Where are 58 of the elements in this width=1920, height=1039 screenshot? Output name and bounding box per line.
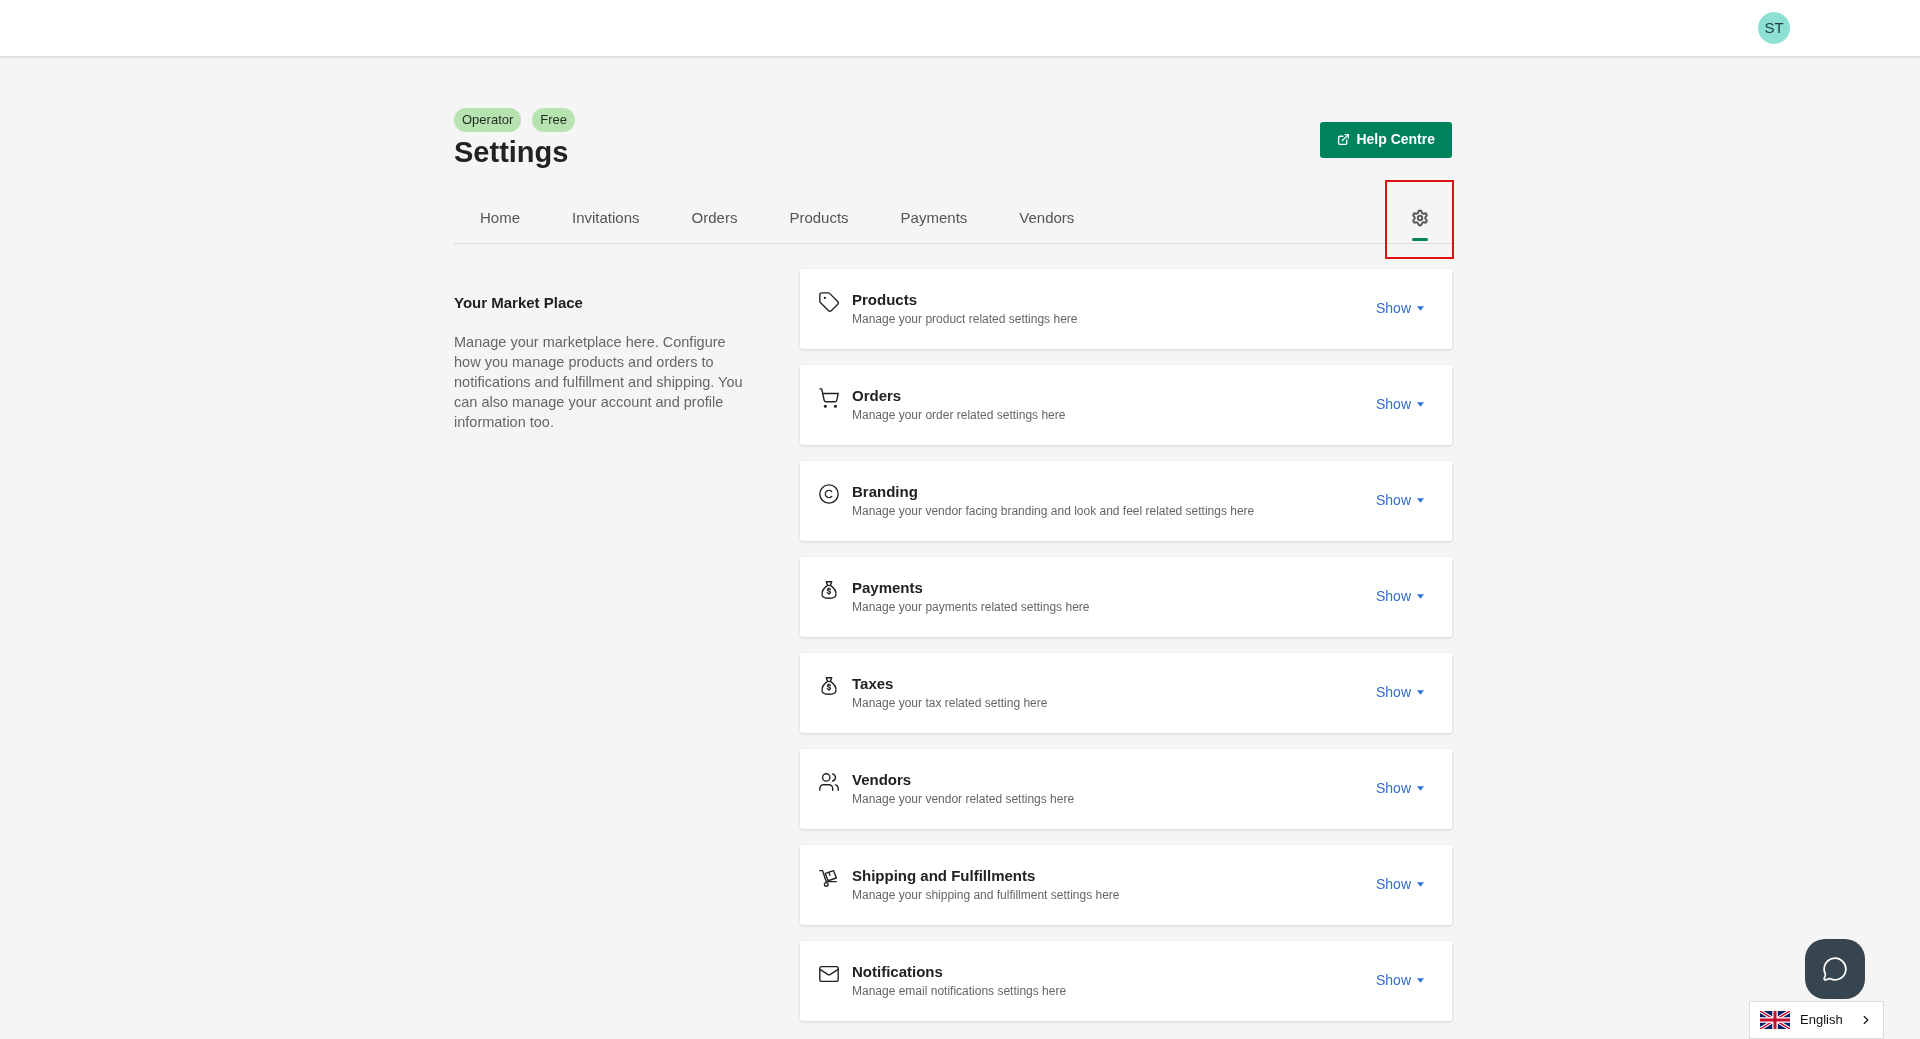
card-description: Manage your vendor facing branding and look and feel related settings here <box>852 502 1255 520</box>
caret-icon <box>1417 402 1424 407</box>
show-toggle[interactable]: Show <box>1375 778 1424 799</box>
chat-bubble-icon <box>1822 956 1848 982</box>
card-description: Manage your product related settings here <box>852 310 1078 328</box>
nav-tab[interactable]: Payments <box>874 193 994 243</box>
show-toggle[interactable]: Show <box>1375 682 1424 703</box>
card-description: Manage your order related settings here <box>852 406 1066 424</box>
money-bag-icon <box>818 674 840 697</box>
caret-icon <box>1417 690 1424 695</box>
card-description: Manage your tax related setting here <box>852 694 1048 712</box>
card-title: Taxes <box>852 673 895 694</box>
card-title: Orders <box>852 385 903 406</box>
show-toggle[interactable]: Show <box>1375 394 1424 415</box>
external-link-icon <box>1337 133 1351 146</box>
uk-flag-icon <box>1760 1011 1790 1029</box>
tag-icon <box>818 290 840 313</box>
caret-icon <box>1417 882 1424 887</box>
show-toggle[interactable]: Show <box>1375 586 1424 607</box>
users-icon <box>818 770 840 793</box>
caret-icon <box>1417 786 1424 791</box>
role-badge: Free <box>532 108 576 132</box>
page-title: Settings <box>454 134 570 170</box>
shopping-cart-icon <box>818 386 840 409</box>
intro-paragraph: Manage your marketplace here. Configure how you manage products and orders to notifications and fulfillment and shipping. You can also manage your account and profile information too. <box>454 333 744 432</box>
card-title: Branding <box>852 481 919 502</box>
card-title: Notifications <box>852 961 944 982</box>
show-toggle[interactable]: Show <box>1375 874 1424 895</box>
nav-tab[interactable]: Orders <box>665 193 764 243</box>
card-description: Manage your vendor related settings here <box>852 790 1075 808</box>
show-toggle[interactable]: Show <box>1375 490 1424 511</box>
card-title: Products <box>852 289 918 310</box>
card-description: Manage your shipping and fulfillment settings here <box>852 886 1120 904</box>
role-badge: Operator <box>454 108 522 132</box>
card-title: Vendors <box>852 769 913 790</box>
money-bag-icon <box>818 578 840 601</box>
card-description: Manage your payments related settings here <box>852 598 1090 616</box>
caret-icon <box>1417 498 1424 503</box>
language-label: English <box>1800 1011 1843 1030</box>
nav-tab[interactable]: Products <box>763 193 875 243</box>
section-heading: Your Market Place <box>454 292 584 313</box>
show-toggle[interactable]: Show <box>1375 970 1424 991</box>
card-title: Shipping and Fulfillments <box>852 865 1037 886</box>
caret-icon <box>1417 594 1424 599</box>
language-selector[interactable]: English <box>1749 1001 1884 1039</box>
show-toggle[interactable]: Show <box>1375 298 1424 319</box>
caret-icon <box>1417 306 1424 311</box>
nav-tab[interactable]: Invitations <box>546 193 666 243</box>
settings-icon <box>1410 209 1429 227</box>
nav-tab[interactable]: Home <box>454 193 546 243</box>
user-avatar[interactable]: ST <box>1758 12 1790 44</box>
chat-button[interactable] <box>1805 939 1865 999</box>
copyright-icon <box>818 482 840 505</box>
nav-tab[interactable]: Vendors <box>993 193 1101 243</box>
card-description: Manage email notifications settings here <box>852 982 1067 1000</box>
caret-icon <box>1417 978 1424 983</box>
help-centre-button[interactable]: Help Centre <box>1320 121 1452 158</box>
card-title: Payments <box>852 577 924 598</box>
